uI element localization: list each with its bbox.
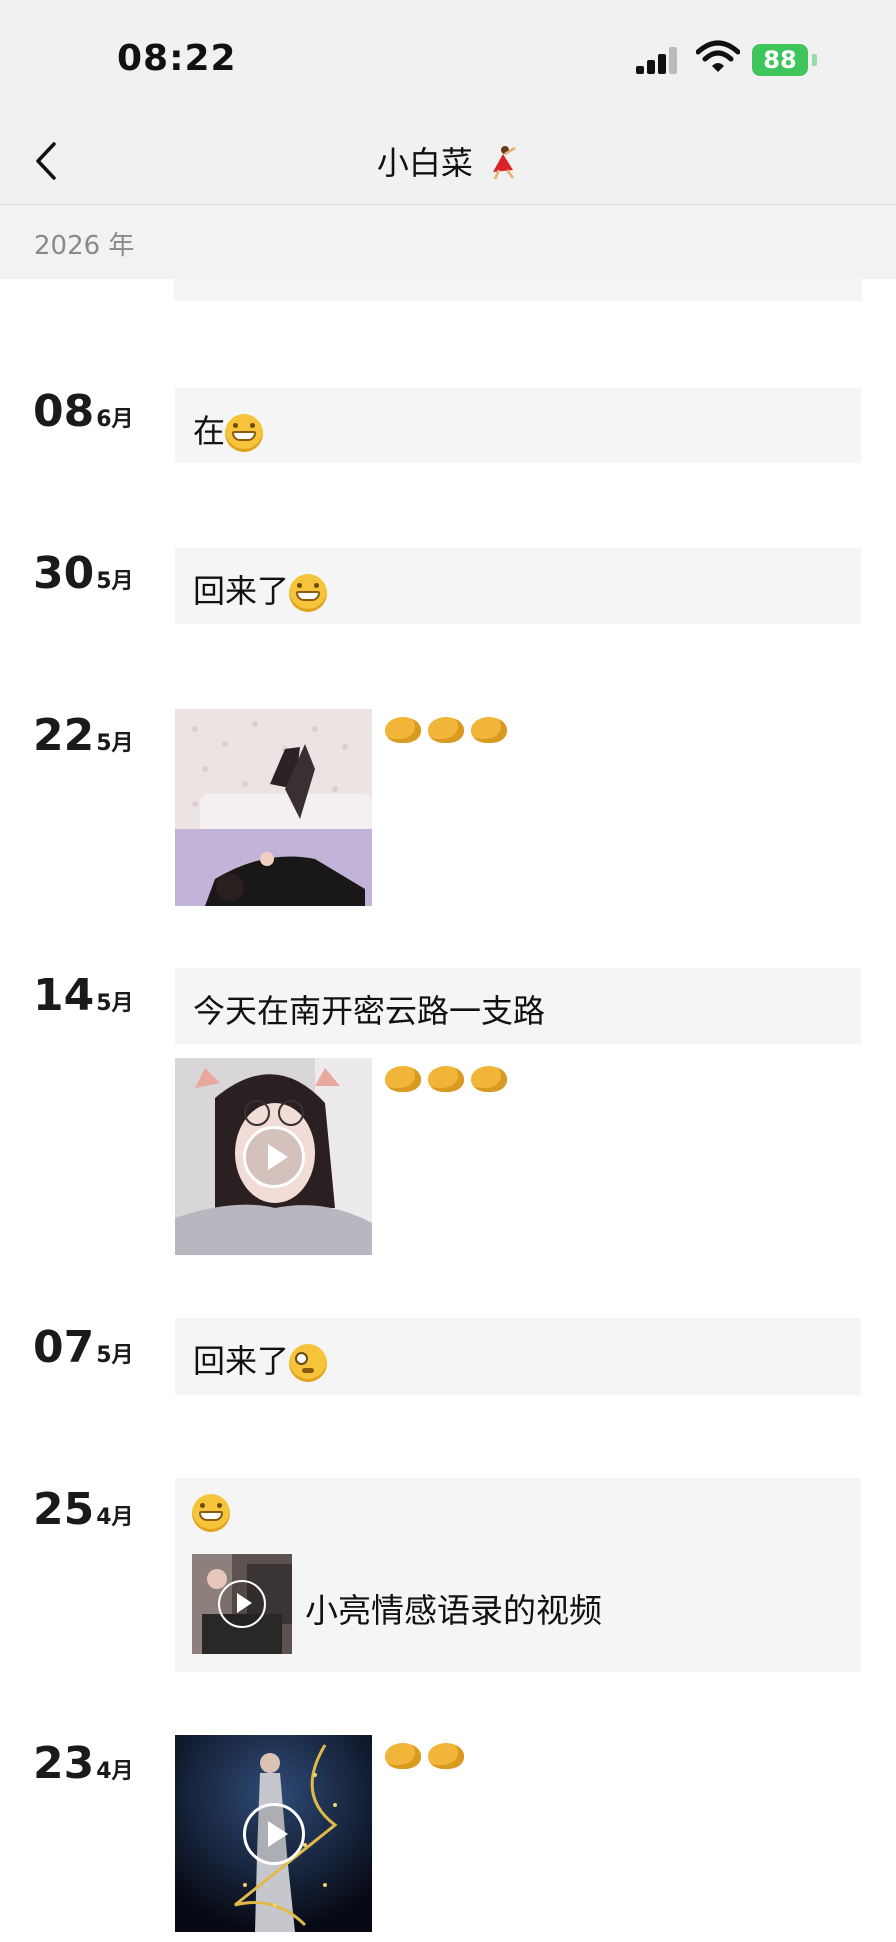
status-time: 08:22 (117, 38, 237, 79)
dancer-emoji-icon (493, 146, 516, 180)
post-date: 234月 (33, 1738, 134, 1789)
shared-video-thumbnail[interactable] (192, 1554, 292, 1654)
page-title: 小白菜 (0, 138, 896, 184)
play-icon[interactable] (242, 1802, 305, 1865)
grinning-emoji-icon (289, 574, 328, 612)
post-date: 086月 (33, 386, 134, 437)
video-thumbnail[interactable] (175, 1058, 372, 1255)
post-month: 4月 (96, 1505, 134, 1530)
wifi-icon (696, 40, 740, 72)
status-bar: 08:22 88 (0, 0, 896, 120)
reaction-emojis (385, 1743, 471, 1776)
grinning-emoji-icon (225, 414, 264, 452)
clapping-hands-emoji-icon (471, 1066, 507, 1092)
reaction-emojis (385, 717, 514, 750)
shared-video-title: 小亮情感语录的视频 (305, 1591, 602, 1630)
shared-video-post[interactable]: 小亮情感语录的视频 (175, 1478, 861, 1672)
post-text: 回来了 (193, 572, 290, 610)
clapping-hands-emoji-icon (385, 1066, 421, 1092)
clapping-hands-emoji-icon (428, 1743, 464, 1769)
clapping-hands-emoji-icon (471, 717, 507, 743)
previous-entry-fragment (174, 279, 862, 301)
post-day: 22 (33, 710, 95, 761)
post-date: 145月 (33, 970, 134, 1021)
post-month: 5月 (96, 731, 134, 756)
post-day: 14 (33, 970, 95, 1021)
play-icon[interactable] (242, 1125, 305, 1188)
battery-tip (812, 54, 817, 66)
post-month: 4月 (96, 1759, 134, 1784)
post-text: 在 (193, 412, 226, 450)
reaction-emojis (385, 1066, 514, 1099)
post-day: 23 (33, 1738, 95, 1789)
text-post[interactable]: 回来了 (175, 1318, 861, 1395)
profile-name: 小白菜 (376, 144, 473, 182)
clapping-hands-emoji-icon (428, 717, 464, 743)
post-day: 08 (33, 386, 95, 437)
text-post[interactable]: 今天在南开密云路一支路 (175, 968, 861, 1044)
post-text: 回来了 (193, 1342, 290, 1380)
play-icon[interactable] (218, 1580, 266, 1628)
clapping-hands-emoji-icon (385, 717, 421, 743)
text-post[interactable]: 回来了 (175, 548, 861, 624)
post-month: 5月 (96, 569, 134, 594)
post-text: 今天在南开密云路一支路 (193, 992, 546, 1030)
nav-header: 小白菜 (0, 120, 896, 205)
photo-thumbnail[interactable] (175, 709, 372, 906)
post-day: 30 (33, 548, 95, 599)
cellular-signal-icon (636, 46, 680, 74)
year-label: 2026 年 (34, 231, 135, 261)
post-date: 254月 (33, 1484, 134, 1535)
post-date: 225月 (33, 710, 134, 761)
post-month: 5月 (96, 1343, 134, 1368)
video-thumbnail[interactable] (175, 1735, 372, 1932)
post-date: 305月 (33, 548, 134, 599)
post-date: 075月 (33, 1322, 134, 1373)
clapping-hands-emoji-icon (428, 1066, 464, 1092)
grinning-emoji-icon (192, 1494, 230, 1532)
dizzy-face-emoji-icon (289, 1344, 328, 1382)
post-day: 25 (33, 1484, 95, 1535)
post-day: 07 (33, 1322, 95, 1373)
year-divider: 2026 年 (0, 205, 896, 279)
text-post[interactable]: 在 (175, 388, 861, 463)
post-month: 5月 (96, 991, 134, 1016)
battery-indicator: 88 (752, 44, 808, 76)
clapping-hands-emoji-icon (385, 1743, 421, 1769)
post-month: 6月 (96, 407, 134, 432)
